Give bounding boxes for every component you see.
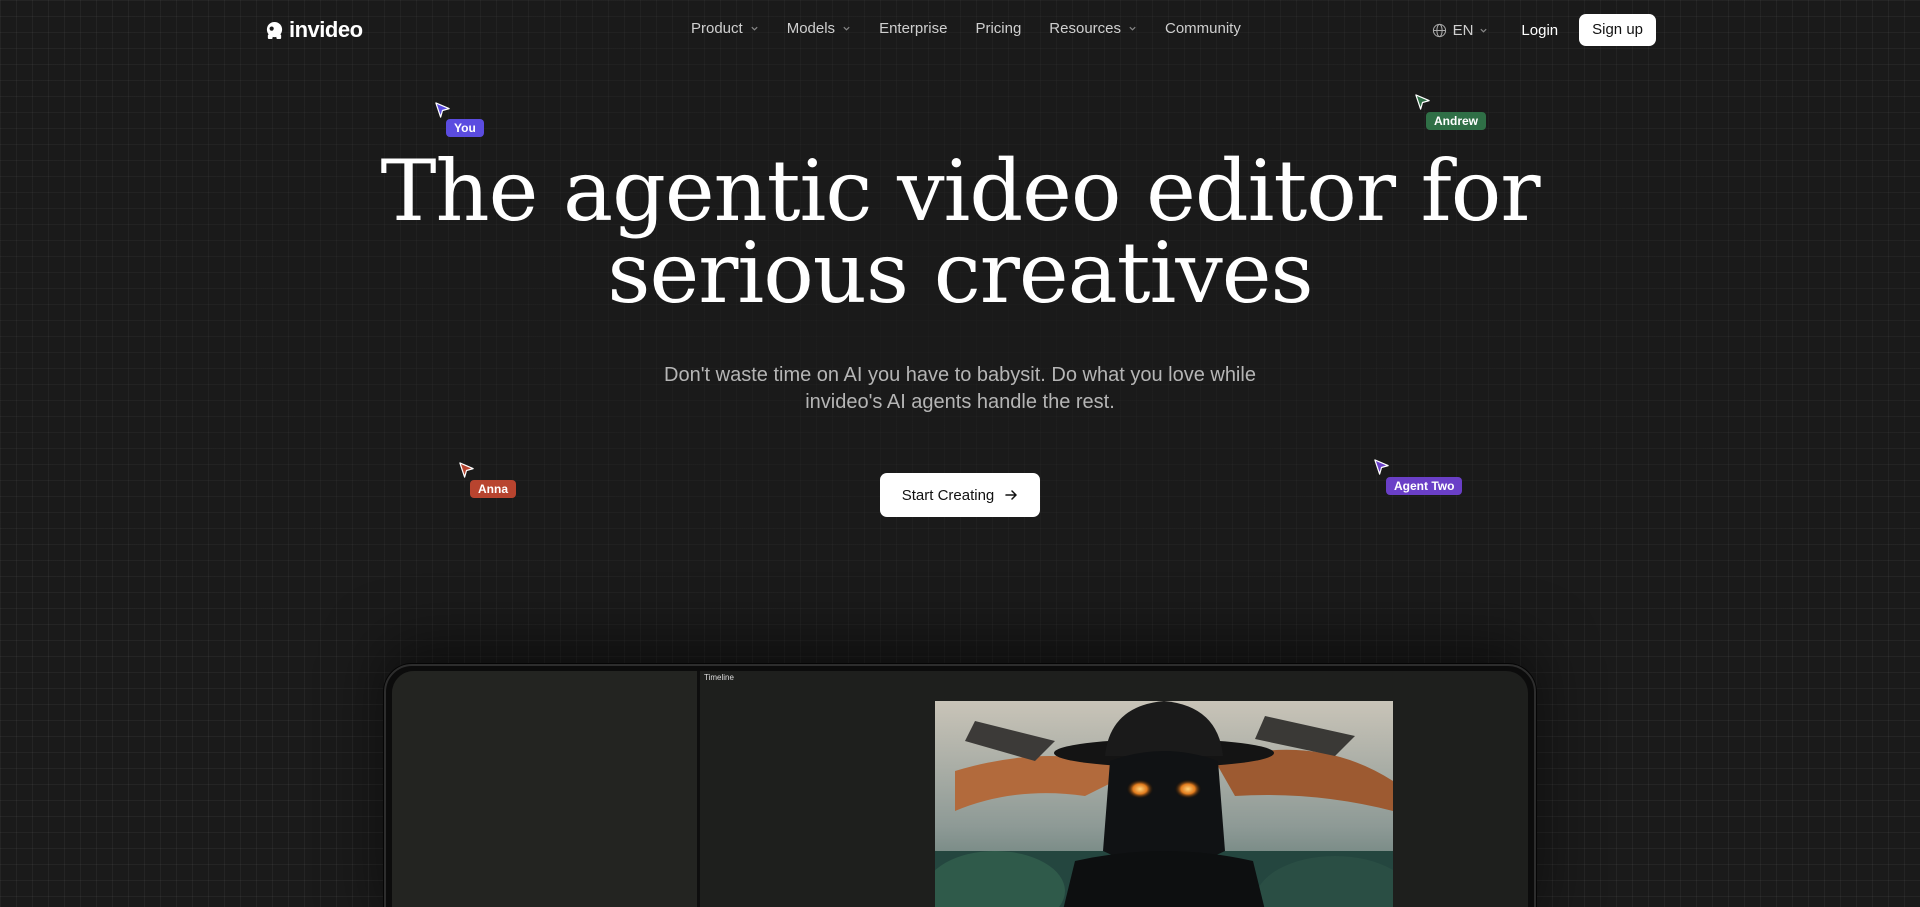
pointer-arrow-icon [1374,459,1389,475]
menu-item-enterprise[interactable]: Enterprise [879,20,947,37]
menu-item-label: Resources [1049,20,1121,37]
hero-headline: The agentic video editor for serious cre… [0,142,1920,322]
menu-item-pricing[interactable]: Pricing [975,20,1021,37]
menu-item-label: Product [691,20,743,37]
cursor-name-tag: Anna [470,480,516,498]
video-still-image [935,701,1393,907]
chevron-down-icon [1129,26,1136,31]
globe-icon [1432,23,1446,37]
headline-line: The agentic video editor for [380,142,1541,240]
collaborator-cursor-agent-two: Agent Two [1373,459,1463,495]
start-creating-button[interactable]: Start Creating [880,473,1040,517]
pointer-arrow-icon [459,462,474,478]
menu-item-product[interactable]: Product [691,20,759,37]
language-label: EN [1452,21,1474,39]
menu-item-community[interactable]: Community [1165,20,1241,37]
collaborator-cursor-anna: Anna [458,462,516,498]
invideo-logo[interactable]: invideo [265,17,363,43]
chevron-down-icon [1480,28,1488,33]
arrow-right-icon [1005,490,1018,500]
pointer-arrow-icon [1415,94,1430,110]
cursor-name-tag: Agent Two [1386,477,1463,495]
chevron-down-icon [843,26,850,31]
menu-item-label: Pricing [975,20,1022,37]
top-navigation: invideo Product Models Enterprise Pricin… [0,0,1920,60]
language-selector[interactable]: EN [1432,22,1489,39]
main-menu: Product Models Enterprise Pricing Resour… [691,20,1269,37]
hero-subheadline: Don't waste time on AI you have to babys… [660,362,1260,416]
invideo-logo-icon [266,21,283,39]
subheadline-line: invideo's AI agents handle the rest. [805,391,1115,413]
video-preview-frame[interactable] [935,701,1393,907]
pointer-arrow-icon [435,102,450,118]
login-link[interactable]: Login [1521,22,1558,39]
cursor-name-tag: You [446,119,484,137]
menu-item-label: Community [1165,20,1241,37]
menu-item-resources[interactable]: Resources [1049,20,1137,37]
headline-line: serious creatives [607,224,1313,322]
menu-item-label: Enterprise [879,20,948,37]
timeline-label: Timeline [704,673,734,682]
menu-item-models[interactable]: Models [787,20,851,37]
cta-label: Start Creating [901,486,995,504]
editor-screen: Timeline [392,671,1528,907]
signup-button[interactable]: Sign up [1579,14,1656,46]
logo-text: invideo [289,17,363,42]
editor-preview-device: Timeline [384,664,1536,907]
collaborator-cursor-andrew: Andrew [1414,94,1487,130]
subheadline-line: Don't waste time on AI you have to babys… [664,364,1256,386]
nav-actions: EN Login Sign up [1432,14,1656,46]
chevron-down-icon [751,26,758,31]
collaborator-cursor-you: You [434,102,484,137]
cursor-name-tag: Andrew [1426,112,1487,130]
menu-item-label: Models [786,20,836,37]
editor-left-panel [392,671,700,907]
